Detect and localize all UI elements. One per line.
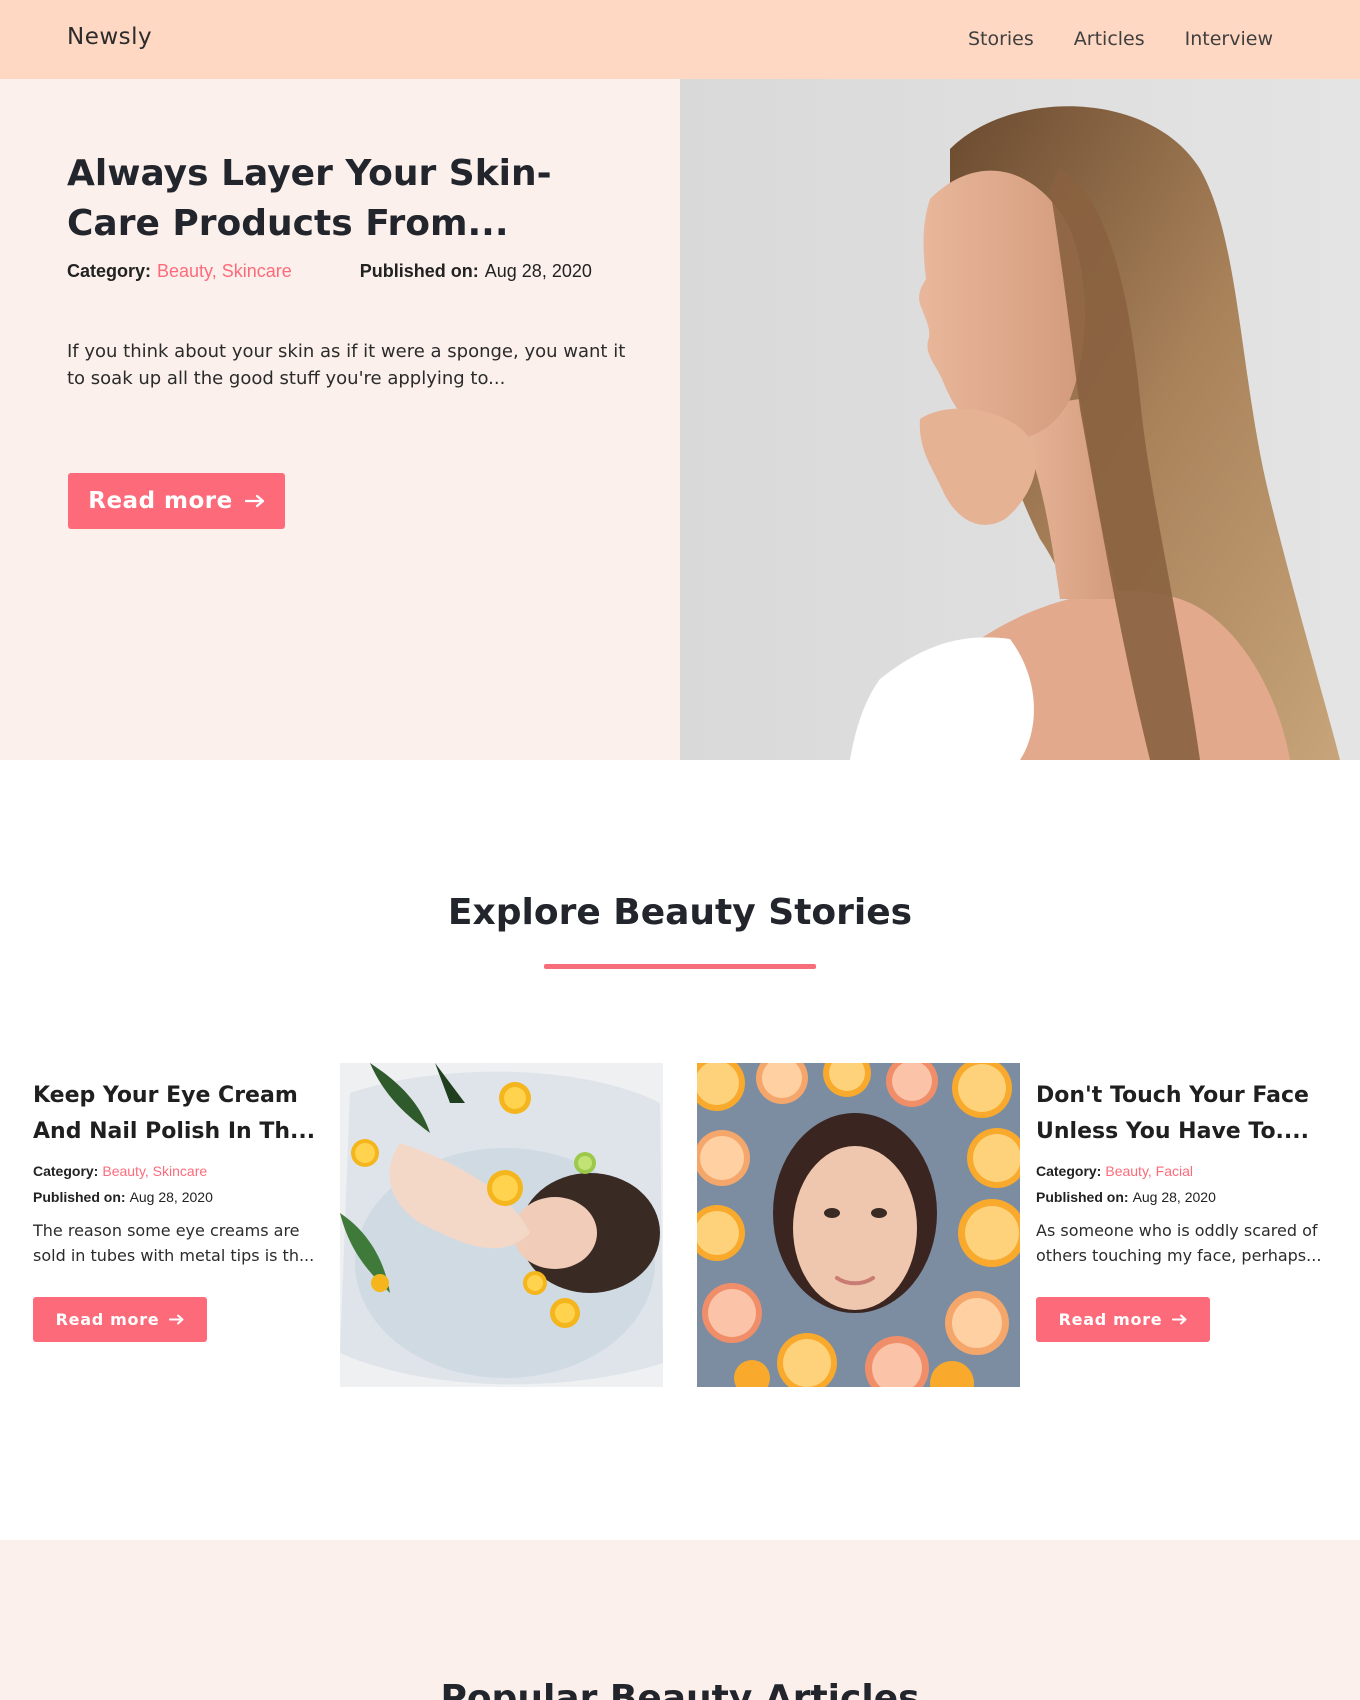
story-card-1-image-bath-citrus[interactable] bbox=[340, 1063, 663, 1387]
story-card-1-text: Keep Your Eye Cream And Nail Polish In T… bbox=[33, 1078, 323, 1342]
read-more-label: Read more bbox=[55, 1310, 160, 1329]
category-label: Category: bbox=[33, 1163, 99, 1179]
published-label: Published on: bbox=[1036, 1189, 1129, 1205]
brand-logo[interactable]: Newsly bbox=[67, 24, 152, 50]
story-card-2-image-face-oranges[interactable] bbox=[697, 1063, 1020, 1387]
story-card-1-title[interactable]: Keep Your Eye Cream And Nail Polish In T… bbox=[33, 1078, 323, 1150]
nav-links: Stories Articles Interview bbox=[968, 28, 1273, 50]
hero-excerpt: If you think about your skin as if it we… bbox=[67, 341, 626, 389]
hero-published: Published on: Aug 28, 2020 bbox=[360, 261, 592, 282]
category-label: Category: bbox=[1036, 1163, 1102, 1179]
story-card-2-category: Category: Beauty, Facial bbox=[1036, 1158, 1326, 1184]
story-card-2-text: Don't Touch Your Face Unless You Have To… bbox=[1036, 1078, 1326, 1342]
nav-link-interview[interactable]: Interview bbox=[1185, 28, 1273, 50]
story-card-2-read-more-button[interactable]: Read more bbox=[1036, 1297, 1210, 1342]
hero-section: Always Layer Your Skin-Care Products Fro… bbox=[0, 79, 1360, 760]
explore-section-title: Explore Beauty Stories bbox=[447, 892, 913, 933]
read-more-label: Read more bbox=[88, 488, 233, 514]
story-card-2-published: Published on: Aug 28, 2020 bbox=[1036, 1184, 1326, 1210]
nav-link-articles[interactable]: Articles bbox=[1074, 28, 1145, 50]
hero-text-panel: Always Layer Your Skin-Care Products Fro… bbox=[0, 79, 680, 760]
story-card-1-category: Category: Beauty, Skincare bbox=[33, 1158, 323, 1184]
popular-articles-section: Popular Beauty Articles bbox=[0, 1540, 1360, 1700]
title-underline bbox=[544, 964, 816, 969]
hero-read-more-button[interactable]: Read more bbox=[68, 473, 285, 529]
published-date: Aug 28, 2020 bbox=[1132, 1189, 1216, 1205]
story-card-1-excerpt: The reason some eye creams are sold in t… bbox=[33, 1221, 315, 1265]
read-more-label: Read more bbox=[1058, 1310, 1163, 1329]
category-links[interactable]: Beauty, Facial bbox=[1105, 1163, 1193, 1179]
hero-image-woman-profile bbox=[680, 79, 1360, 760]
nav-link-stories[interactable]: Stories bbox=[968, 28, 1034, 50]
published-label: Published on: bbox=[33, 1189, 126, 1205]
face-oranges-illustration bbox=[697, 1063, 1020, 1387]
hero-meta: Category: Beauty, Skincare Published on: A… bbox=[67, 261, 592, 282]
hero-illustration bbox=[850, 106, 1340, 760]
category-links[interactable]: Beauty, Skincare bbox=[157, 261, 292, 281]
hero-category: Category: Beauty, Skincare bbox=[67, 261, 292, 282]
bath-citrus-illustration bbox=[340, 1063, 663, 1387]
published-date: Aug 28, 2020 bbox=[484, 261, 592, 281]
published-date: Aug 28, 2020 bbox=[129, 1189, 213, 1205]
published-label: Published on: bbox=[359, 261, 479, 281]
hero-title[interactable]: Always Layer Your Skin-Care Products Fro… bbox=[67, 149, 587, 249]
arrow-right-icon bbox=[1172, 1314, 1187, 1325]
story-card-2-excerpt: As someone who is oddly scared of others… bbox=[1036, 1221, 1322, 1265]
story-card-1-read-more-button[interactable]: Read more bbox=[33, 1297, 207, 1342]
story-card-2-title[interactable]: Don't Touch Your Face Unless You Have To… bbox=[1036, 1078, 1326, 1150]
navbar: Newsly Stories Articles Interview bbox=[0, 0, 1360, 79]
category-label: Category: bbox=[67, 261, 152, 281]
story-card-1-published: Published on: Aug 28, 2020 bbox=[33, 1184, 323, 1210]
arrow-right-icon bbox=[169, 1314, 184, 1325]
arrow-right-icon bbox=[244, 494, 264, 508]
popular-section-title: Popular Beauty Articles bbox=[440, 1678, 920, 1700]
category-links[interactable]: Beauty, Skincare bbox=[102, 1163, 207, 1179]
